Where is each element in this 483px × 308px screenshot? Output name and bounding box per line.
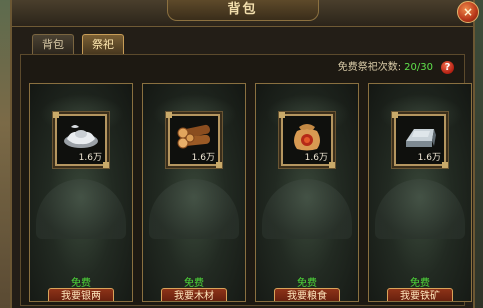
free-label: 免费 xyxy=(71,278,91,289)
item-slot-grain[interactable]: 1.6万 xyxy=(279,112,335,168)
free-label: 免费 xyxy=(410,278,430,289)
item-amount: 1.6万 xyxy=(417,153,441,163)
sacrifice-card-iron: 1.6万 免费 我要铁矿 xyxy=(368,83,472,302)
window-title: 背包 xyxy=(166,0,319,21)
title-bar: 背包 × xyxy=(12,0,479,27)
item-slot-silver[interactable]: 1.6万 xyxy=(53,112,109,168)
free-sacrifice-count: 20/30 xyxy=(404,62,433,73)
tab-sacrifice[interactable]: 祭祀 xyxy=(82,34,124,54)
get-iron-button[interactable]: 我要铁矿 xyxy=(387,288,453,301)
item-amount: 1.6万 xyxy=(78,153,102,163)
tab-backpack[interactable]: 背包 xyxy=(32,34,74,54)
wood-logs-icon xyxy=(177,124,211,149)
get-silver-button[interactable]: 我要银两 xyxy=(48,288,114,301)
free-sacrifice-label: 免费祭祀次数: xyxy=(337,62,402,73)
background-scene-left xyxy=(0,0,10,308)
free-label: 免费 xyxy=(184,278,204,289)
grain-sack-icon xyxy=(294,124,320,151)
close-button[interactable]: × xyxy=(457,1,479,23)
item-slot-iron[interactable]: 1.6万 xyxy=(392,112,448,168)
item-amount: 1.6万 xyxy=(191,153,215,163)
sacrifice-card-silver: 1.6万 免费 我要银两 xyxy=(29,83,133,302)
free-label: 免费 xyxy=(297,278,317,289)
help-icon[interactable]: ? xyxy=(441,60,454,74)
silver-ingot-icon xyxy=(64,125,98,148)
sacrifice-panel: 免费祭祀次数: 20/30? 1.6万 免费 我要银两 1.6万 免费 我要木材… xyxy=(20,54,472,306)
sacrifice-card-wood: 1.6万 免费 我要木材 xyxy=(142,83,246,302)
iron-ore-icon xyxy=(406,129,436,147)
get-wood-button[interactable]: 我要木材 xyxy=(161,288,227,301)
item-amount: 1.6万 xyxy=(304,153,328,163)
item-slot-wood[interactable]: 1.6万 xyxy=(166,112,222,168)
inventory-window: 背包 × 背包 祭祀 免费祭祀次数: 20/30? 1.6万 免费 我要银两 1… xyxy=(10,0,479,308)
background-scene-right xyxy=(475,0,483,308)
sacrifice-card-grain: 1.6万 免费 我要粮食 xyxy=(255,83,359,302)
get-grain-button[interactable]: 我要粮食 xyxy=(274,288,340,301)
free-sacrifice-info: 免费祭祀次数: 20/30? xyxy=(338,60,454,76)
